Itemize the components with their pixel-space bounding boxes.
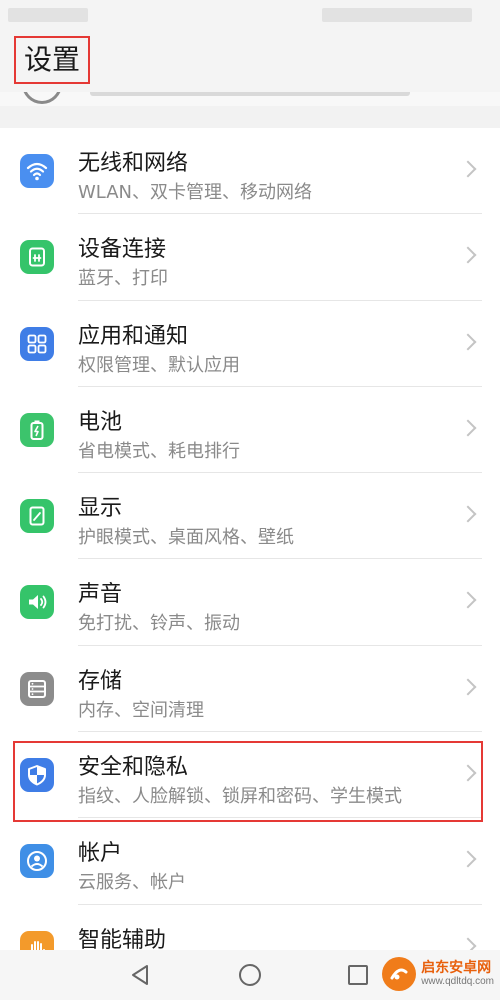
display-icon (20, 499, 54, 534)
item-subtitle: WLAN、双卡管理、移动网络 (78, 182, 313, 203)
chevron-right-icon (459, 591, 477, 609)
status-bar-right-blurred (322, 8, 472, 22)
chevron-right-icon (459, 764, 477, 782)
item-title: 显示 (78, 496, 123, 522)
settings-item-battery[interactable]: 电池 省电模式、耗电排行 (0, 387, 500, 474)
settings-item-apps-notifications[interactable]: 应用和通知 权限管理、默认应用 (0, 301, 500, 387)
item-subtitle: 指纹、人脸解锁、锁屏和密码、学生模式 (78, 786, 402, 808)
settings-item-security-privacy[interactable]: 安全和隐私 指纹、人脸解锁、锁屏和密码、学生模式 (0, 732, 500, 823)
settings-item-wireless-network[interactable]: 无线和网络 WLAN、双卡管理、移动网络 (0, 128, 500, 215)
item-title: 声音 (78, 582, 123, 608)
item-subtitle: 蓝牙、打印 (78, 268, 168, 290)
settings-list: 无线和网络 WLAN、双卡管理、移动网络 设备连接 蓝牙、打印 应用和通知 权限… (0, 128, 500, 950)
settings-item-account[interactable]: 帐户 云服务、帐户 (0, 818, 500, 905)
navigation-bar: 启东安卓网 www.qdltdq.com (0, 950, 500, 1000)
status-bar (0, 0, 500, 30)
back-triangle-icon[interactable] (125, 960, 155, 990)
battery-icon (20, 412, 54, 447)
account-row-text-blurred (90, 92, 410, 96)
item-subtitle: 免打扰、铃声、振动 (78, 613, 240, 635)
settings-item-smart-assistance[interactable]: 智能辅助 (0, 905, 500, 950)
chevron-right-icon (459, 937, 477, 950)
apps-grid-icon (20, 326, 54, 361)
wifi-icon (20, 154, 54, 188)
recents-square-icon[interactable] (343, 960, 373, 990)
watermark-logo-icon (382, 957, 417, 991)
title-bar: 设置 (0, 30, 500, 92)
watermark: 启东安卓网 www.qdltdq.com (382, 952, 494, 996)
item-title: 设备连接 (78, 237, 167, 263)
storage-icon (20, 671, 54, 706)
chevron-right-icon (459, 333, 477, 351)
settings-item-device-connection[interactable]: 设备连接 蓝牙、打印 (0, 214, 500, 301)
shield-icon (20, 758, 54, 793)
chevron-right-icon (459, 246, 477, 264)
chevron-right-icon (459, 419, 477, 437)
chevron-right-icon (459, 160, 477, 178)
chevron-right-icon (459, 850, 477, 868)
item-title: 电池 (78, 409, 123, 435)
account-row-peek[interactable] (0, 92, 500, 106)
item-title: 帐户 (78, 841, 123, 867)
account-icon (20, 844, 54, 879)
item-subtitle: 内存、空间清理 (78, 699, 204, 721)
chevron-right-icon (459, 678, 477, 696)
home-circle-icon[interactable] (235, 960, 265, 990)
item-subtitle: 护眼模式、桌面风格、壁纸 (78, 527, 294, 549)
settings-item-sound[interactable]: 声音 免打扰、铃声、振动 (0, 559, 500, 646)
item-subtitle: 权限管理、默认应用 (78, 354, 240, 376)
item-subtitle: 省电模式、耗电排行 (78, 440, 240, 462)
settings-screen: 设置 无线和网络 WLAN、双卡管理、移动网络 设备连接 蓝牙、打印 应用和通知… (0, 0, 500, 1000)
item-title: 应用和通知 (78, 323, 189, 349)
settings-item-storage[interactable]: 存储 内存、空间清理 (0, 646, 500, 733)
device-connect-icon (20, 240, 54, 275)
item-title: 存储 (78, 668, 123, 694)
hand-icon (20, 930, 54, 950)
watermark-name: 启东安卓网 (421, 960, 492, 977)
item-subtitle: 云服务、帐户 (78, 872, 186, 894)
avatar (22, 92, 62, 104)
sound-icon (20, 585, 54, 620)
status-bar-left-blurred (8, 8, 88, 22)
item-title: 智能辅助 (78, 927, 167, 950)
page-title: 设置 (14, 36, 91, 84)
item-title: 无线和网络 (78, 151, 189, 176)
watermark-url: www.qdltdq.com (421, 976, 494, 988)
item-title: 安全和隐私 (78, 755, 189, 781)
settings-item-display[interactable]: 显示 护眼模式、桌面风格、壁纸 (0, 473, 500, 560)
chevron-right-icon (459, 505, 477, 523)
